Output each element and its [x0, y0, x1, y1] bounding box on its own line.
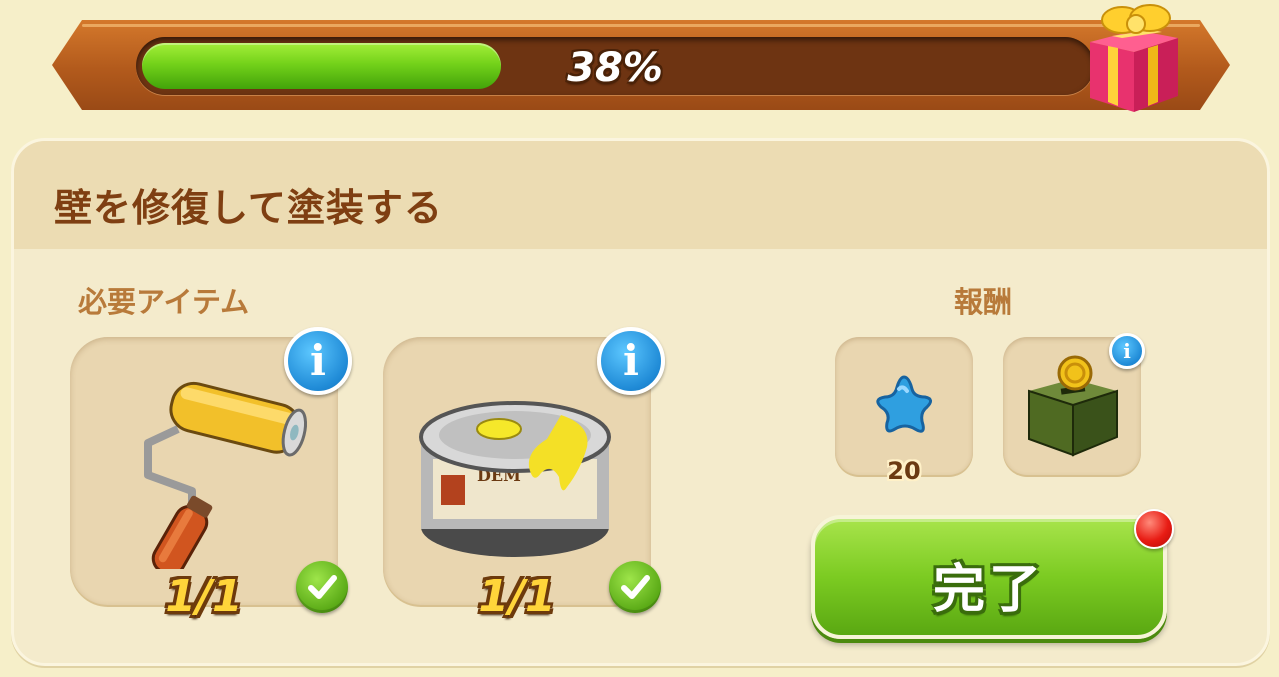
complete-button[interactable]: 完了 [811, 515, 1167, 639]
quest-screen: 38% 壁を修復して塗装する 必要アイテム 報酬 i 1/1 DEM i 1/1… [0, 0, 1279, 677]
item-count-paint-can: 1/1 [478, 571, 556, 622]
coin-box-icon [1028, 355, 1118, 457]
gift-box-icon[interactable] [1082, 2, 1186, 114]
task-title-band: 壁を修復して塗装する [14, 141, 1267, 249]
reward-card-stars [835, 337, 973, 475]
item-card-paint-can[interactable]: DEM i [383, 327, 665, 613]
paint-roller-icon [144, 381, 308, 569]
task-title: 壁を修復して塗装する [54, 186, 443, 230]
required-items-label: 必要アイテム [78, 285, 250, 319]
complete-button-label: 完了 [932, 560, 1045, 620]
reward-amount-stars: 20 [887, 457, 921, 485]
item-card-paint-roller[interactable]: i [70, 327, 352, 613]
task-panel: 壁を修復して塗装する 必要アイテム 報酬 i 1/1 DEM i 1/1 20 … [11, 138, 1270, 666]
notification-dot [1134, 509, 1174, 549]
blue-star-icon [876, 375, 932, 433]
progress-bar: 38% [136, 37, 1094, 95]
rewards-label: 報酬 [954, 285, 1013, 319]
reward-card-coin-box[interactable]: i [1003, 333, 1145, 475]
paint-can-icon: DEM [419, 401, 611, 557]
item-count-paint-roller: 1/1 [165, 571, 243, 622]
progress-percent-text: 38% [567, 45, 663, 91]
info-icon[interactable]: i [1109, 333, 1145, 369]
info-icon[interactable]: i [284, 327, 352, 395]
info-icon[interactable]: i [597, 327, 665, 395]
